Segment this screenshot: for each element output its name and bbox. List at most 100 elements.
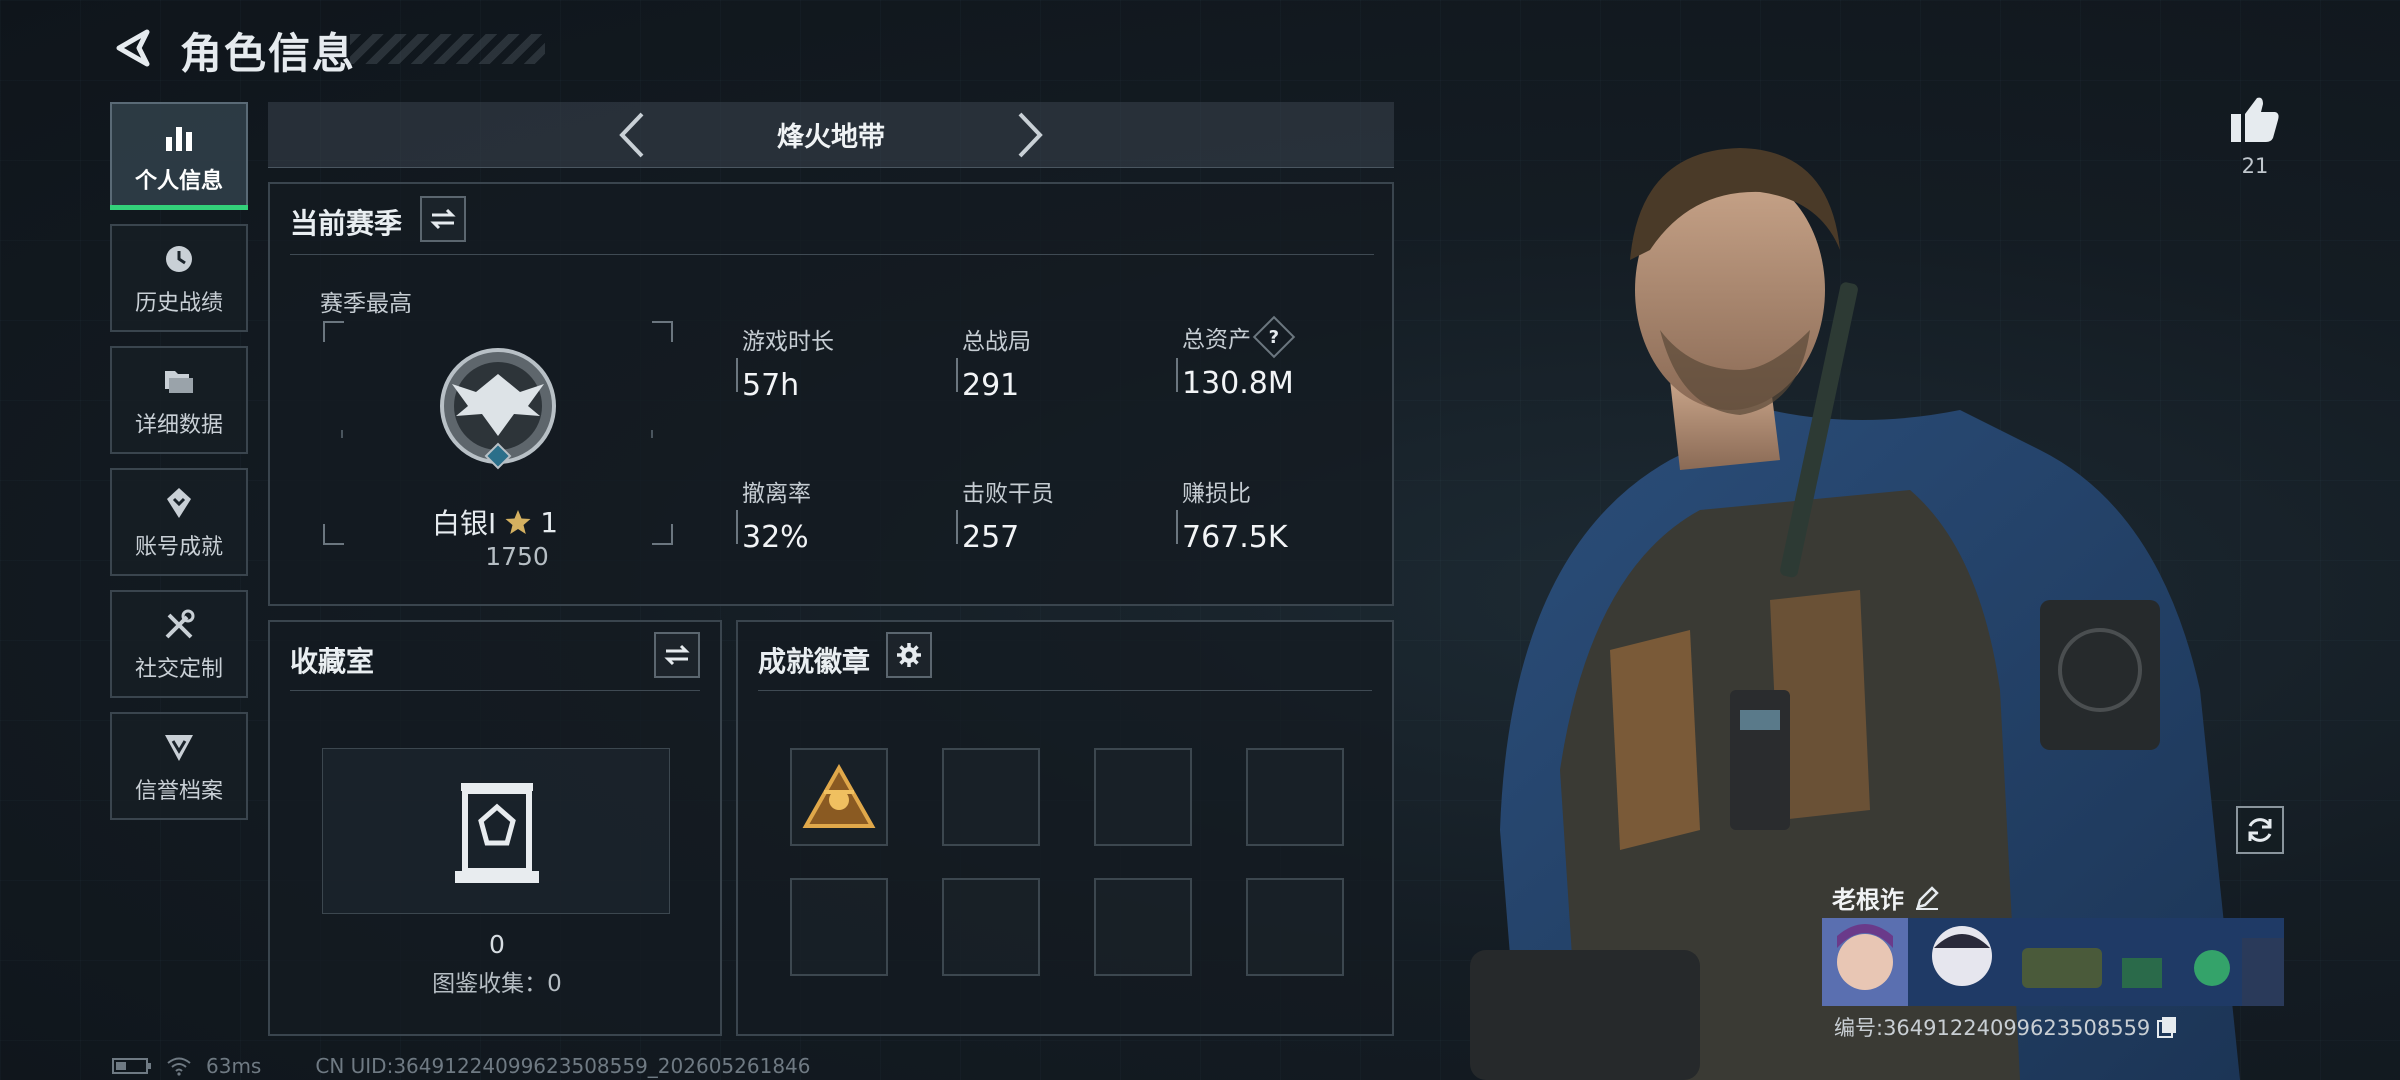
player-nickname: 老根诈 [1832, 886, 1904, 914]
current-season-panel: 当前赛季 赛季最高 白银I 1 1750 游戏时长 57h 总战局 291 总资… [268, 182, 1394, 606]
player-id-row: 编号:3649122409962350855​9 [1834, 1012, 2178, 1042]
mode-prev-button[interactable] [601, 105, 661, 165]
stat-label: 撤离率 [742, 481, 811, 507]
season-panel-title: 当前赛季 [290, 207, 403, 240]
badge-slot[interactable] [1246, 878, 1344, 976]
badge-slot[interactable] [942, 748, 1040, 846]
player-card-banner[interactable] [1822, 918, 2284, 1006]
back-button[interactable] [108, 22, 158, 74]
like-widget[interactable]: 21 [2220, 94, 2290, 178]
edit-nickname-button[interactable] [1914, 885, 1940, 911]
stat-value: 257 [962, 520, 1020, 555]
gold-triangle-badge-icon [802, 764, 876, 828]
page-title: 角色信息 [180, 29, 357, 78]
anime-banner-image [1822, 918, 2284, 1006]
stat-label: 赚损比 [1182, 481, 1251, 507]
divider [290, 690, 700, 691]
sidebar-item-personal-info[interactable]: 个人信息 [110, 102, 248, 210]
divider [758, 690, 1372, 691]
stat-tick [736, 358, 738, 392]
sidebar-item-social-custom[interactable]: 社交定制 [110, 590, 248, 698]
sidebar-item-label: 历史战绩 [134, 291, 223, 316]
help-button[interactable]: ? [1252, 315, 1296, 359]
rank-name: 白银I [432, 507, 497, 540]
battery-icon [112, 1058, 151, 1074]
sidebar-item-detailed-data[interactable]: 详细数据 [110, 346, 248, 454]
stat-tick [956, 510, 958, 544]
stat-tick [1176, 510, 1178, 544]
bar-chart-icon [159, 117, 199, 157]
folders-icon [159, 361, 199, 401]
badges-settings-button[interactable] [886, 632, 932, 678]
stat-total-assets: 总资产 ? 130.8M [1182, 315, 1296, 401]
rank-score: 1750 [485, 542, 549, 571]
sidebar-item-match-history[interactable]: 历史战绩 [110, 224, 248, 332]
stat-value: 767.5K [1182, 520, 1288, 555]
credit-emblem-icon [159, 727, 199, 767]
collection-count: 0 [489, 930, 505, 959]
tools-icon [159, 605, 199, 645]
badge-slot[interactable] [790, 878, 888, 976]
stat-value: 57h [742, 368, 800, 403]
refresh-icon [2248, 818, 2272, 842]
stat-label: 击败干员 [962, 481, 1054, 507]
badge-slot[interactable] [1094, 878, 1192, 976]
collection-switch-button[interactable] [654, 632, 700, 678]
catalog-collection-label: 图鉴收集：0 [432, 971, 562, 997]
rank-stars: 1 [540, 505, 559, 539]
badge-slot-filled[interactable] [790, 748, 888, 846]
mode-selector: 烽火地带 [268, 102, 1394, 168]
sidebar-item-account-achievements[interactable]: 账号成就 [110, 468, 248, 576]
collection-display-case[interactable] [322, 748, 670, 914]
collection-panel-title: 收藏室 [290, 645, 375, 678]
pencil-icon [1916, 885, 1939, 910]
display-case-icon [455, 783, 539, 883]
silver-eagle-rank-icon [440, 348, 556, 470]
stat-label: 游戏时长 [742, 329, 834, 355]
copy-id-button[interactable] [2156, 1015, 2178, 1039]
chevron-left-icon [619, 112, 644, 157]
badges-panel-title: 成就徽章 [758, 645, 871, 678]
copy-icon [2157, 1017, 2177, 1038]
stat-label: 总战局 [962, 329, 1031, 355]
mode-name: 烽火地带 [777, 122, 885, 153]
nickname-row: 老根诈 [1832, 880, 1940, 915]
stat-tick [736, 510, 738, 544]
divider [290, 254, 1374, 255]
wifi-icon [167, 1057, 191, 1076]
swap-arrows-icon [430, 208, 456, 230]
player-id: 编号:3649122409962350855​9 [1834, 1016, 2151, 1040]
sidebar-item-label: 个人信息 [134, 169, 223, 194]
stat-operators-defeated: 击败干员 257 [962, 474, 1054, 555]
ping-value: 63ms [206, 1054, 262, 1078]
season-switch-button[interactable] [420, 196, 466, 242]
sidebar-item-label: 社交定制 [134, 657, 223, 682]
stat-tick [1176, 358, 1178, 392]
stat-label: 总资产 [1182, 327, 1251, 353]
stat-extraction-rate: 撤离率 32% [742, 474, 811, 555]
thumbs-up-icon [2231, 97, 2279, 142]
sidebar: 个人信息 历史战绩 详细数据 账号成就 社交定制 信誉档案 [110, 102, 250, 834]
badge-slot[interactable] [1094, 748, 1192, 846]
chevron-right-icon [1018, 112, 1043, 157]
status-footer: 63ms CN UID:3649122409962350855​9_202605… [112, 1054, 811, 1078]
stat-profit-loss-ratio: 赚损比 767.5K [1182, 474, 1288, 555]
help-icon: ? [1268, 326, 1280, 348]
gear-icon [897, 643, 921, 667]
sidebar-item-label: 信誉档案 [134, 779, 223, 804]
title-decoration [350, 34, 545, 64]
stat-tick [956, 358, 958, 392]
badge-slot[interactable] [942, 878, 1040, 976]
stat-value: 32% [742, 520, 809, 555]
mode-next-button[interactable] [1001, 105, 1061, 165]
like-count: 21 [2241, 154, 2269, 178]
badge-slot[interactable] [1246, 748, 1344, 846]
uid-text: CN UID:3649122409962350855​9_20260526184… [315, 1054, 811, 1078]
clock-history-icon [159, 239, 199, 279]
refresh-appearance-button[interactable] [2236, 806, 2284, 854]
stat-total-matches: 总战局 291 [962, 322, 1031, 403]
stat-value: 291 [962, 368, 1020, 403]
sidebar-item-credit-record[interactable]: 信誉档案 [110, 712, 248, 820]
achievement-medal-icon [159, 483, 199, 523]
star-icon [505, 510, 531, 534]
